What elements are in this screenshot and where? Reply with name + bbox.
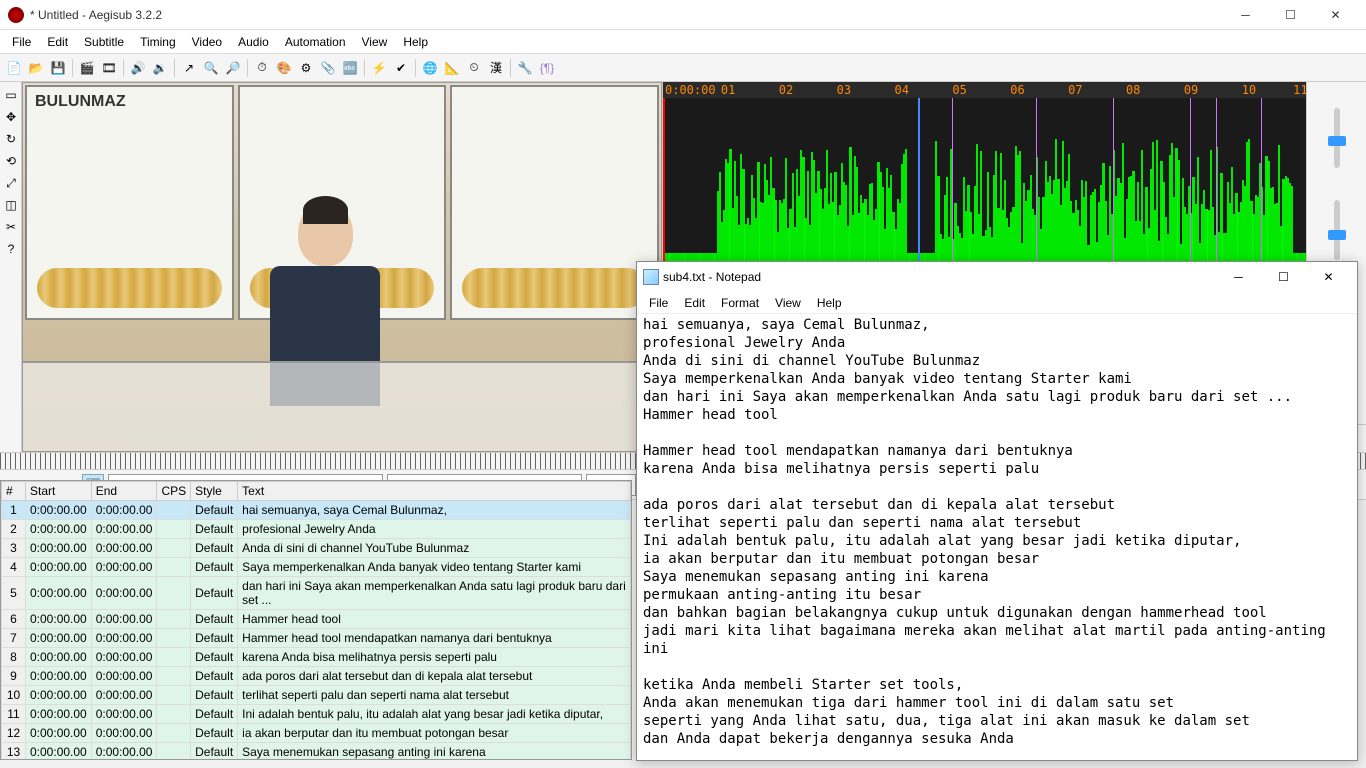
col-start[interactable]: Start (26, 482, 92, 501)
table-row[interactable]: 100:00:00.000:00:00.00Defaultterlihat se… (2, 686, 631, 705)
notepad-titlebar[interactable]: sub4.txt - Notepad ─ ☐ ✕ (637, 262, 1357, 292)
subtitle-grid[interactable]: # Start End CPS Style Text 10:00:00.000:… (0, 480, 632, 760)
notepad-window[interactable]: sub4.txt - Notepad ─ ☐ ✕ File Edit Forma… (636, 261, 1358, 761)
audio-open-icon[interactable]: 🔊 (128, 58, 148, 78)
menu-video[interactable]: Video (184, 32, 230, 52)
menu-view[interactable]: View (354, 32, 396, 52)
menu-edit[interactable]: Edit (39, 32, 76, 52)
table-row[interactable]: 130:00:00.000:00:00.00DefaultSaya menemu… (2, 743, 631, 761)
table-row[interactable]: 120:00:00.000:00:00.00Defaultia akan ber… (2, 724, 631, 743)
col-text[interactable]: Text (238, 482, 631, 501)
video-display[interactable]: BULUNMAZ (22, 82, 662, 452)
scale-icon[interactable]: ⤢ (2, 174, 20, 192)
close-button[interactable]: ✕ (1313, 0, 1358, 30)
rotate-z-icon[interactable]: ↻ (2, 130, 20, 148)
notepad-maximize-button[interactable]: ☐ (1261, 262, 1306, 292)
audio-ruler: 0:00:00 01 02 03 04 05 06 07 08 09 10 11 (663, 82, 1306, 98)
notepad-menubar: File Edit Format View Help (637, 292, 1357, 314)
rotate-xy-icon[interactable]: ⟲ (2, 152, 20, 170)
table-row[interactable]: 70:00:00.000:00:00.00DefaultHammer head … (2, 629, 631, 648)
clip-rect-icon[interactable]: ◫ (2, 196, 20, 214)
horizontal-zoom-slider[interactable] (1334, 108, 1340, 168)
attachments-icon[interactable]: 📎 (318, 58, 338, 78)
table-row[interactable]: 30:00:00.000:00:00.00DefaultAnda di sini… (2, 539, 631, 558)
table-row[interactable]: 50:00:00.000:00:00.00Defaultdan hari ini… (2, 577, 631, 610)
menu-timing[interactable]: Timing (132, 32, 184, 52)
video-close-icon[interactable]: 🎞 (99, 58, 119, 78)
table-row[interactable]: 20:00:00.000:00:00.00Defaultprofesional … (2, 520, 631, 539)
col-style[interactable]: Style (191, 482, 238, 501)
notepad-close-button[interactable]: ✕ (1306, 262, 1351, 292)
open-icon[interactable]: 📂 (26, 58, 46, 78)
video-toolbar: ▭ ✥ ↻ ⟲ ⤢ ◫ ✂ ? (0, 82, 22, 452)
menu-automation[interactable]: Automation (277, 32, 354, 52)
timing-proc-icon[interactable]: ⏲ (464, 58, 484, 78)
drag-tool-icon[interactable]: ✥ (2, 108, 20, 126)
notepad-menu-view[interactable]: View (767, 294, 809, 312)
properties-icon[interactable]: ⚙ (296, 58, 316, 78)
shift-times-icon[interactable]: ⏱ (252, 58, 272, 78)
new-icon[interactable]: 📄 (4, 58, 24, 78)
video-logo: BULUNMAZ (35, 93, 126, 111)
menu-subtitle[interactable]: Subtitle (76, 32, 132, 52)
notepad-content[interactable]: hai semuanya, saya Cemal Bulunmaz, profe… (637, 314, 1357, 760)
save-icon[interactable]: 💾 (48, 58, 68, 78)
window-title: * Untitled - Aegisub 3.2.2 (30, 8, 1223, 22)
table-row[interactable]: 60:00:00.000:00:00.00DefaultHammer head … (2, 610, 631, 629)
resample-icon[interactable]: 📐 (442, 58, 462, 78)
automation-icon[interactable]: ⚡ (369, 58, 389, 78)
video-open-icon[interactable]: 🎬 (77, 58, 97, 78)
zoom-out-icon[interactable]: 🔎 (223, 58, 243, 78)
app-icon (8, 7, 24, 23)
spellcheck-icon[interactable]: ✔ (391, 58, 411, 78)
notepad-minimize-button[interactable]: ─ (1216, 262, 1261, 292)
zoom-in-icon[interactable]: 🔍 (201, 58, 221, 78)
jump-icon[interactable]: ↗ (179, 58, 199, 78)
table-row[interactable]: 80:00:00.000:00:00.00Defaultkarena Anda … (2, 648, 631, 667)
notepad-menu-format[interactable]: Format (713, 294, 767, 312)
col-end[interactable]: End (91, 482, 157, 501)
col-cps[interactable]: CPS (157, 482, 191, 501)
minimize-button[interactable]: ─ (1223, 0, 1268, 30)
kanji-icon[interactable]: 漢 (486, 58, 506, 78)
style-manager-icon[interactable]: 🎨 (274, 58, 294, 78)
notepad-icon (643, 269, 659, 285)
table-row[interactable]: 40:00:00.000:00:00.00DefaultSaya memperk… (2, 558, 631, 577)
cycle-icon[interactable]: {¶} (537, 58, 557, 78)
clip-vector-icon[interactable]: ✂ (2, 218, 20, 236)
help-tool-icon[interactable]: ? (2, 240, 20, 258)
notepad-title: sub4.txt - Notepad (663, 270, 1216, 284)
col-num[interactable]: # (2, 482, 26, 501)
main-toolbar: 📄 📂 💾 🎬 🎞 🔊 🔉 ↗ 🔍 🔎 ⏱ 🎨 ⚙ 📎 🔤 ⚡ ✔ 🌐 📐 ⏲ … (0, 54, 1366, 82)
notepad-menu-file[interactable]: File (641, 294, 676, 312)
titlebar: * Untitled - Aegisub 3.2.2 ─ ☐ ✕ (0, 0, 1366, 30)
menu-file[interactable]: File (4, 32, 39, 52)
notepad-menu-help[interactable]: Help (809, 294, 850, 312)
table-row[interactable]: 110:00:00.000:00:00.00DefaultIni adalah … (2, 705, 631, 724)
table-row[interactable]: 10:00:00.000:00:00.00Defaulthai semuanya… (2, 501, 631, 520)
audio-video-icon[interactable]: 🔉 (150, 58, 170, 78)
options-icon[interactable]: 🔧 (515, 58, 535, 78)
assistant-icon[interactable]: 🌐 (420, 58, 440, 78)
menu-audio[interactable]: Audio (230, 32, 277, 52)
standard-tool-icon[interactable]: ▭ (2, 86, 20, 104)
vertical-zoom-slider[interactable] (1334, 200, 1340, 260)
maximize-button[interactable]: ☐ (1268, 0, 1313, 30)
menubar: File Edit Subtitle Timing Video Audio Au… (0, 30, 1366, 54)
fonts-icon[interactable]: 🔤 (340, 58, 360, 78)
menu-help[interactable]: Help (395, 32, 436, 52)
table-row[interactable]: 90:00:00.000:00:00.00Defaultada poros da… (2, 667, 631, 686)
notepad-menu-edit[interactable]: Edit (676, 294, 713, 312)
